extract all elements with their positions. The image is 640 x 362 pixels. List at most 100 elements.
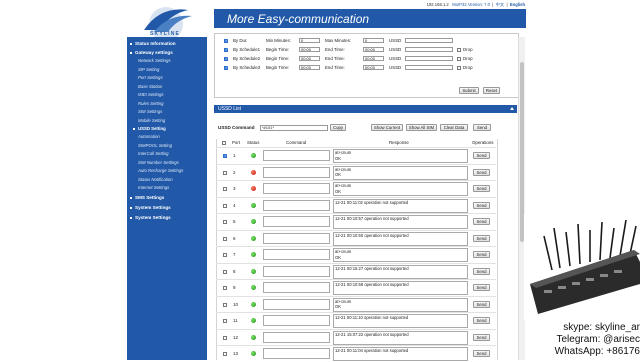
lang-english-link[interactable]: English bbox=[510, 2, 525, 7]
command-input[interactable] bbox=[263, 315, 330, 326]
ussd-input[interactable] bbox=[405, 38, 453, 43]
sidebar-item[interactable]: IMEI Settings bbox=[127, 91, 218, 99]
command-input[interactable] bbox=[263, 249, 330, 260]
row-checkbox[interactable] bbox=[223, 253, 227, 257]
drop-checkbox[interactable] bbox=[457, 48, 461, 52]
send-all-button[interactable]: Send bbox=[473, 124, 491, 131]
show-all-sim-button[interactable]: Show All SIM bbox=[406, 124, 437, 131]
drop-checkbox[interactable] bbox=[457, 57, 461, 61]
sidebar-item[interactable]: Internet Settings bbox=[127, 184, 218, 192]
row-checkbox[interactable] bbox=[223, 187, 227, 191]
schedule-checkbox[interactable] bbox=[224, 65, 228, 70]
send-button[interactable]: Send bbox=[473, 201, 490, 209]
show-current-button[interactable]: Show Current bbox=[371, 124, 403, 131]
command-input[interactable] bbox=[263, 232, 330, 244]
command-input[interactable] bbox=[263, 199, 330, 211]
copy-button[interactable]: Copy bbox=[330, 124, 346, 131]
row-checkbox[interactable] bbox=[223, 286, 227, 290]
schedule-checkbox[interactable] bbox=[224, 56, 228, 61]
command-input[interactable] bbox=[263, 282, 330, 293]
command-input[interactable] bbox=[263, 265, 330, 277]
row-checkbox[interactable] bbox=[223, 269, 227, 274]
sidebar-item[interactable]: System Settings bbox=[127, 214, 210, 222]
response-line: 12-21 15:07:22 operation not supported bbox=[335, 331, 409, 337]
lang-chinese-link[interactable]: 中文 bbox=[496, 2, 504, 7]
sidebar-item[interactable]: SIMPOOL Setting bbox=[127, 142, 218, 150]
time-a-input[interactable]: 00:00 bbox=[299, 65, 320, 70]
send-button[interactable]: Send bbox=[473, 350, 490, 357]
reset-button[interactable]: Reset bbox=[483, 87, 500, 94]
row-checkbox[interactable] bbox=[223, 319, 227, 323]
time-b-input[interactable]: 0 bbox=[363, 38, 384, 43]
ussd-command-input[interactable]: *#101* bbox=[260, 125, 328, 131]
send-button[interactable]: Send bbox=[473, 300, 490, 308]
sidebar-item[interactable]: System Settings bbox=[127, 204, 210, 212]
send-button[interactable]: Send bbox=[473, 218, 490, 225]
time-b-input[interactable]: 00:00 bbox=[363, 47, 384, 52]
time-a-input[interactable]: 00:00 bbox=[299, 56, 320, 61]
row-checkbox[interactable] bbox=[223, 352, 227, 356]
schedule-checkbox[interactable] bbox=[224, 47, 228, 52]
sidebar-item[interactable]: Status Information bbox=[127, 40, 210, 48]
sidebar-item[interactable]: Status Notification bbox=[127, 176, 218, 184]
send-button[interactable]: Send bbox=[473, 152, 490, 159]
sidebar-item[interactable]: Rules Setting bbox=[127, 100, 218, 108]
collapse-icon[interactable] bbox=[510, 107, 514, 110]
sidebar-item[interactable]: SIM Number Settings bbox=[127, 159, 218, 167]
row-checkbox[interactable] bbox=[223, 203, 227, 208]
sidebar-item[interactable]: SIM Settings bbox=[127, 108, 218, 116]
send-button[interactable]: Send bbox=[473, 333, 490, 341]
command-input[interactable] bbox=[263, 150, 330, 161]
port-number: 10 bbox=[233, 301, 239, 307]
sidebar-item[interactable]: Automation bbox=[127, 133, 218, 141]
time-b-input[interactable]: 00:00 bbox=[363, 65, 384, 70]
sidebar-item[interactable]: InterCall Setting bbox=[127, 150, 218, 158]
select-all-checkbox[interactable] bbox=[222, 141, 226, 145]
send-button[interactable]: Send bbox=[473, 168, 490, 176]
table-row: 12 12-21 15:07:22 operation not supported… bbox=[216, 328, 496, 346]
command-input[interactable] bbox=[263, 166, 330, 178]
port-number: 4 bbox=[233, 202, 236, 208]
send-button[interactable]: Send bbox=[473, 234, 490, 242]
col-operations: Operations bbox=[472, 140, 494, 145]
sidebar-item[interactable]: SMS Settings bbox=[127, 194, 210, 202]
row-checkbox[interactable] bbox=[223, 153, 227, 158]
send-button[interactable]: Send bbox=[473, 185, 490, 192]
command-input[interactable] bbox=[263, 331, 330, 343]
send-button[interactable]: Send bbox=[473, 317, 490, 324]
send-button[interactable]: Send bbox=[473, 267, 490, 275]
drop-checkbox[interactable] bbox=[457, 66, 461, 70]
row-checkbox[interactable] bbox=[223, 170, 227, 175]
command-input[interactable] bbox=[263, 216, 330, 227]
bullet-icon bbox=[130, 206, 132, 209]
sidebar-item[interactable]: SIP Setting bbox=[127, 66, 218, 74]
command-input[interactable] bbox=[263, 348, 330, 359]
sidebar-item[interactable]: Network Settings bbox=[127, 57, 218, 65]
ussd-input[interactable] bbox=[405, 65, 453, 70]
sidebar-item[interactable]: Auto Recharge Settings bbox=[127, 167, 218, 175]
clear-data-button[interactable]: Clear Data bbox=[440, 124, 468, 131]
row-checkbox[interactable] bbox=[223, 335, 227, 340]
port-number: 9 bbox=[233, 285, 236, 290]
sidebar-item[interactable]: Port Settings bbox=[127, 74, 218, 82]
submit-button[interactable]: Submit bbox=[459, 87, 479, 94]
send-button[interactable]: Send bbox=[473, 284, 490, 291]
time-a-input[interactable]: 0 bbox=[299, 38, 320, 43]
sidebar-item[interactable]: USSD Setting bbox=[127, 125, 218, 133]
sidebar-item[interactable]: Base Station bbox=[127, 83, 218, 91]
row-checkbox[interactable] bbox=[223, 236, 227, 241]
time-a-input[interactable]: 00:00 bbox=[299, 47, 320, 52]
ussd-input[interactable] bbox=[405, 47, 453, 52]
row-checkbox[interactable] bbox=[223, 220, 227, 224]
row-checkbox[interactable] bbox=[223, 302, 227, 307]
sidebar-item[interactable]: Mobile Setting bbox=[127, 117, 218, 125]
command-input[interactable] bbox=[263, 183, 330, 194]
firmware-version: MoIP32 Version: 7.0 bbox=[452, 2, 490, 7]
ussd-list-header[interactable]: USSD List bbox=[214, 105, 517, 113]
sidebar-item[interactable]: Gateway settings bbox=[127, 49, 210, 57]
command-input[interactable] bbox=[263, 298, 330, 310]
ussd-input[interactable] bbox=[405, 56, 453, 61]
send-button[interactable]: Send bbox=[473, 251, 490, 258]
time-b-input[interactable]: 00:00 bbox=[363, 56, 384, 61]
schedule-checkbox[interactable] bbox=[224, 38, 228, 43]
